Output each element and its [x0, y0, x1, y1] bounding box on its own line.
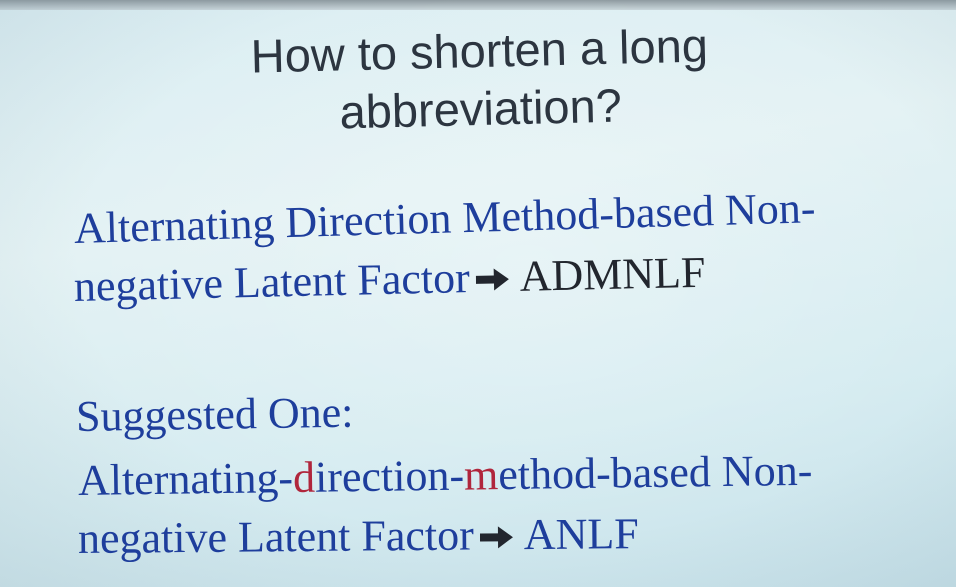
suggested-heading: Suggested One:: [75, 387, 354, 441]
suggested-term-line-2: negative Latent Factor ANLF: [78, 505, 639, 572]
screen-top-edge: [0, 0, 956, 10]
slide-title: How to shorten a long abbreviation?: [149, 14, 812, 146]
suggested-term-text: negative Latent Factor: [77, 510, 475, 563]
original-term-line-2: negative Latent Factor ADMNLF: [73, 244, 706, 320]
suggested-abbreviation: ANLF: [523, 509, 639, 560]
highlight-letter-m: m: [463, 450, 499, 500]
original-abbreviation: ADMNLF: [519, 247, 706, 301]
suggested-part-1: Alternating-: [77, 452, 294, 505]
right-arrow-icon: [479, 507, 515, 565]
right-arrow-icon: [475, 249, 510, 308]
highlight-letter-d: d: [292, 452, 316, 502]
suggested-part-2: irection-: [314, 450, 465, 502]
suggested-part-3: ethod-based Non-: [497, 445, 813, 500]
original-term-text: negative Latent Factor: [73, 253, 471, 311]
suggested-term-line-1: Alternating-direction-method-based Non-: [78, 442, 813, 510]
